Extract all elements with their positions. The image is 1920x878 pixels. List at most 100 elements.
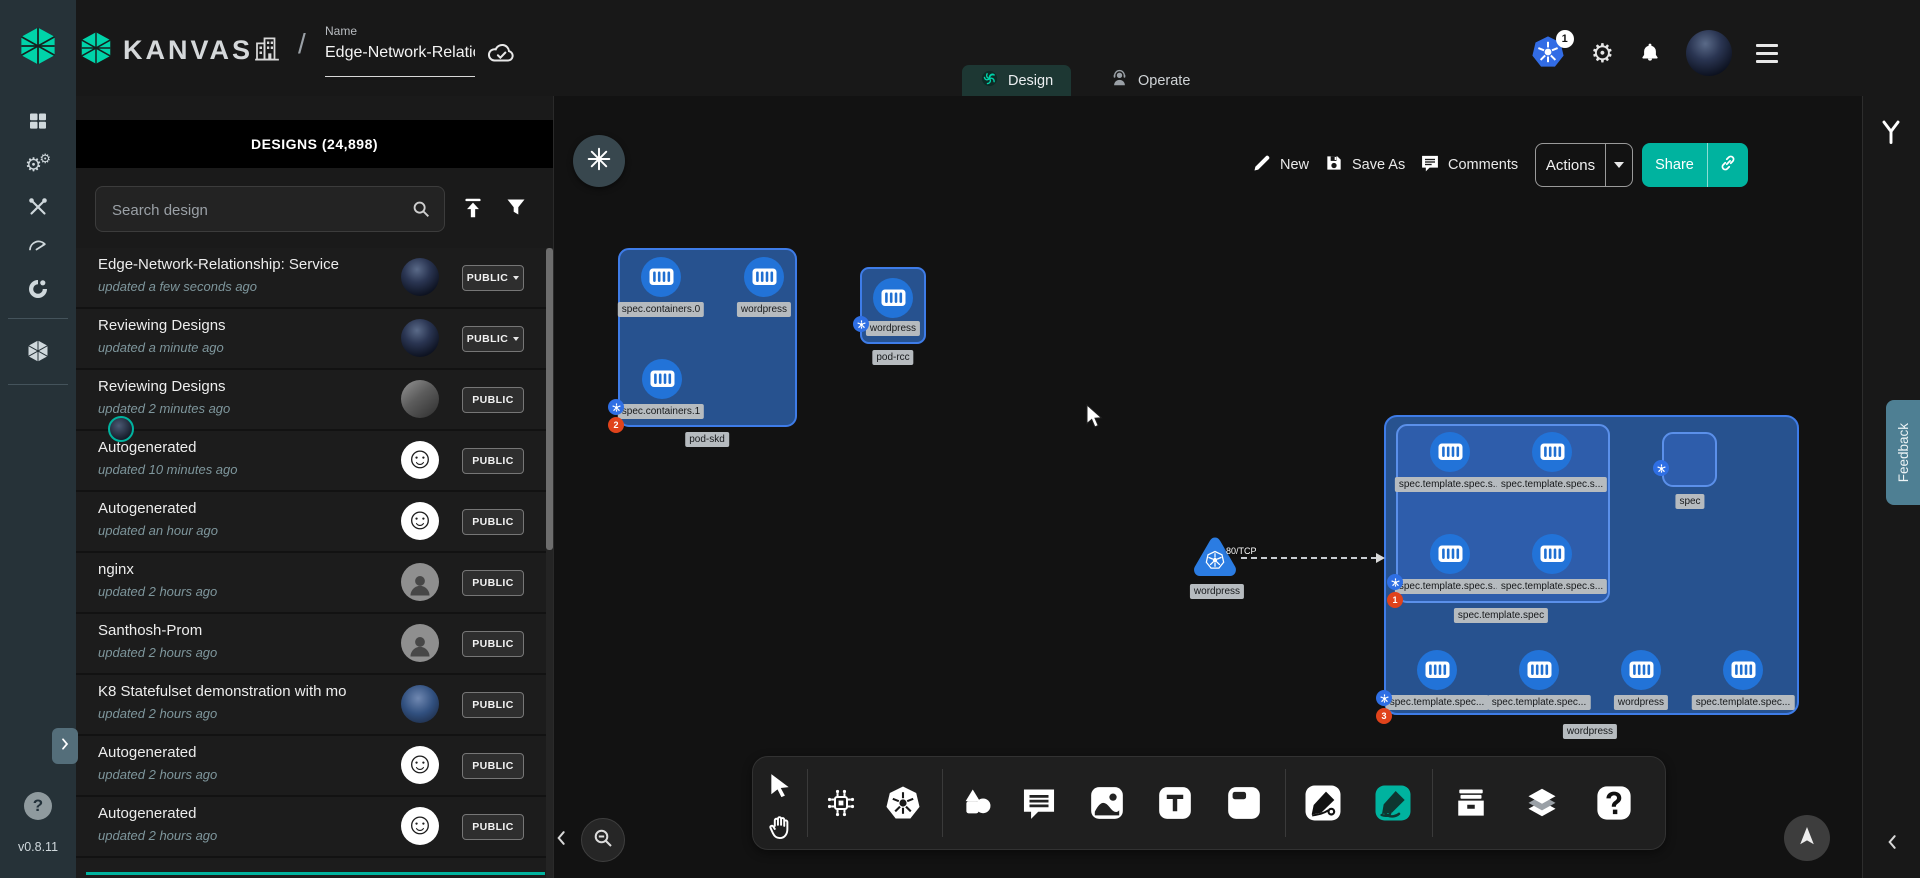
- kanvas-app: KANVAS / Name Edge-Network-Relatio 1 ⚙ D…: [0, 0, 1920, 878]
- upload-icon: [460, 208, 486, 225]
- container-node[interactable]: [642, 359, 682, 399]
- container-node[interactable]: [1532, 432, 1572, 472]
- design-list-item[interactable]: Reviewing Designs updated 2 minutes ago …: [76, 370, 553, 431]
- notifications-bell-icon[interactable]: [1638, 40, 1662, 66]
- image-tool[interactable]: [1088, 786, 1126, 824]
- tab-design[interactable]: Design: [962, 65, 1071, 96]
- save-as-button[interactable]: Save As: [1324, 143, 1405, 187]
- design-list-item[interactable]: Autogenerated updated 10 minutes ago ☺ P…: [76, 431, 553, 492]
- upload-design-button[interactable]: [460, 195, 486, 221]
- help-button[interactable]: ?: [24, 792, 52, 820]
- feedback-tab[interactable]: Feedback: [1886, 400, 1920, 505]
- visibility-chip[interactable]: PUBLIC: [462, 814, 524, 840]
- sidebar-item-performance[interactable]: [0, 231, 76, 265]
- container-node[interactable]: [744, 257, 784, 297]
- sidebar-item-kanvas[interactable]: [0, 336, 76, 370]
- container-node[interactable]: [1519, 650, 1559, 690]
- spec-node[interactable]: [1662, 432, 1717, 487]
- user-avatar[interactable]: [1686, 30, 1732, 76]
- visibility-chip[interactable]: PUBLIC: [462, 692, 524, 718]
- actions-dropdown-button[interactable]: [1606, 162, 1632, 168]
- sidebar-item-dashboard[interactable]: [0, 106, 76, 140]
- visibility-chip[interactable]: PUBLIC: [462, 631, 524, 657]
- locate-button[interactable]: [1784, 815, 1830, 861]
- toolbar-divider: [1432, 769, 1433, 837]
- container-node[interactable]: [1430, 534, 1470, 574]
- share-split-button[interactable]: Share: [1642, 143, 1748, 187]
- filter-designs-button[interactable]: [504, 195, 530, 221]
- error-count-badge: 3: [1376, 708, 1392, 724]
- design-list-item[interactable]: Reviewing Designs updated a minute ago P…: [76, 309, 553, 370]
- design-list-item[interactable]: Santhosh-Prom updated 2 hours ago PUBLIC: [76, 614, 553, 675]
- comments-button[interactable]: Comments: [1420, 143, 1518, 187]
- design-list-item[interactable]: Autogenerated updated 2 hours ago ☺ PUBL…: [76, 736, 553, 797]
- select-tool[interactable]: [767, 774, 793, 800]
- spec-template-spec-node[interactable]: [1396, 424, 1610, 603]
- container-node[interactable]: [641, 257, 681, 297]
- service-node[interactable]: [1191, 535, 1239, 579]
- merge-y-icon[interactable]: [1877, 118, 1905, 148]
- kanvas-hexagon-icon: [26, 339, 50, 368]
- design-list-item[interactable]: K8 Statefulset demonstration with mo upd…: [76, 675, 553, 736]
- design-list-item[interactable]: Edge-Network-Relationship: Service updat…: [76, 248, 553, 309]
- design-list-item[interactable]: nginx updated 2 hours ago PUBLIC: [76, 553, 553, 614]
- visibility-label: PUBLIC: [467, 272, 508, 284]
- service-edge[interactable]: [1241, 557, 1377, 559]
- visibility-chip[interactable]: PUBLIC: [462, 570, 524, 596]
- freehand-draw-tool-active[interactable]: [1373, 785, 1413, 825]
- pan-tool[interactable]: [767, 816, 793, 842]
- visibility-chip[interactable]: PUBLIC: [462, 509, 524, 535]
- kubernetes-tool[interactable]: [885, 787, 921, 823]
- sidebar-item-lifecycle[interactable]: ⚙⚙: [0, 149, 76, 183]
- settings-gear-icon[interactable]: ⚙: [1591, 40, 1614, 66]
- visibility-chip[interactable]: PUBLIC: [462, 448, 524, 474]
- collapse-panel-chevron[interactable]: [552, 828, 572, 848]
- shapes-tool[interactable]: [960, 788, 994, 822]
- error-count-badge: 2: [608, 417, 624, 433]
- container-node[interactable]: [1417, 650, 1457, 690]
- container-node[interactable]: [1430, 432, 1470, 472]
- design-list-item[interactable]: Autogenerated updated 2 hours ago ☺ PUBL…: [76, 797, 553, 858]
- visibility-chip[interactable]: PUBLIC: [462, 753, 524, 779]
- visibility-chip[interactable]: PUBLIC: [462, 265, 524, 291]
- sidebar-expand-button[interactable]: [52, 728, 78, 764]
- scrollbar-thumb[interactable]: [546, 248, 553, 550]
- design-updated-time: updated 2 hours ago: [98, 767, 217, 782]
- container-node[interactable]: [1532, 534, 1572, 574]
- meshery-shapes-button[interactable]: [573, 135, 625, 187]
- kubernetes-context-button[interactable]: 1: [1531, 35, 1567, 71]
- visibility-chip[interactable]: PUBLIC: [462, 326, 524, 352]
- tab-operate[interactable]: Operate: [1092, 65, 1208, 96]
- comment-tool[interactable]: [1020, 786, 1058, 824]
- layer5-logo[interactable]: [0, 0, 76, 96]
- text-tool[interactable]: [1156, 786, 1194, 824]
- zoom-button[interactable]: [581, 818, 625, 862]
- components-tool[interactable]: [825, 789, 857, 821]
- drawer-tool[interactable]: [1453, 787, 1489, 823]
- operate-tab-label: Operate: [1138, 73, 1190, 89]
- menu-hamburger-icon[interactable]: [1756, 44, 1778, 63]
- sidebar-item-configuration[interactable]: [0, 192, 76, 226]
- visibility-chip[interactable]: PUBLIC: [462, 387, 524, 413]
- design-name-field[interactable]: Name Edge-Network-Relatio: [325, 24, 475, 62]
- sidebar-item-extensions[interactable]: [0, 274, 76, 308]
- card-tool[interactable]: [1225, 786, 1263, 824]
- design-search[interactable]: [95, 186, 445, 232]
- organization-icon[interactable]: [252, 34, 284, 66]
- question-icon: ?: [33, 796, 43, 816]
- container-node[interactable]: [1723, 650, 1763, 690]
- design-list-item[interactable]: Autogenerated updated an hour ago ☺ PUBL…: [76, 492, 553, 553]
- search-input[interactable]: [110, 187, 404, 233]
- layers-tool[interactable]: [1524, 787, 1560, 823]
- pen-tool[interactable]: [1303, 785, 1343, 825]
- design-name-input[interactable]: Edge-Network-Relatio: [325, 44, 475, 62]
- new-button[interactable]: New: [1252, 143, 1309, 187]
- pencil-scribble-icon: [1373, 783, 1413, 828]
- collapse-dock-chevron[interactable]: [1883, 832, 1903, 852]
- copy-link-button[interactable]: [1708, 153, 1748, 177]
- actions-split-button[interactable]: Actions: [1535, 143, 1633, 187]
- breadcrumb-separator: /: [298, 28, 306, 60]
- container-node[interactable]: [1621, 650, 1661, 690]
- container-node[interactable]: [873, 278, 913, 318]
- help-tool[interactable]: [1595, 786, 1633, 824]
